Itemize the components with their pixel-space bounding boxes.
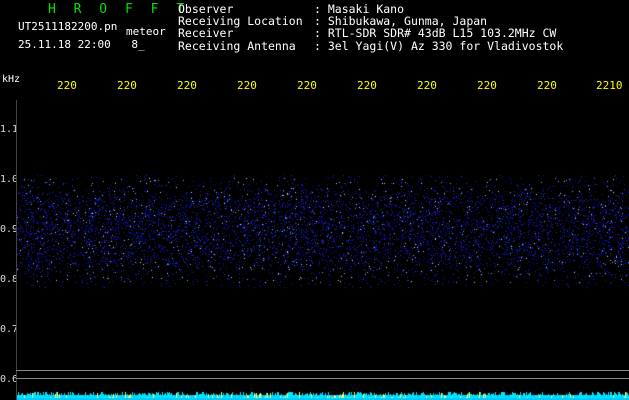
meta-value: 3el Yagi(V) Az 330 for Vladivostok [327,38,564,53]
time-tick: 220 [417,79,437,92]
baseline-line [16,370,629,371]
meta-label: Receiving Antenna [178,38,296,53]
app-title: H R O F F T [48,2,190,17]
datetime-extra: 8_ [131,38,145,51]
time-tick: 220 [237,79,257,92]
time-tick: 220 [297,79,317,92]
time-tick: 220 [477,79,497,92]
file-name: UT2511182200.pn [18,20,118,33]
freq-unit-label: kHz [2,74,21,85]
metadata-block: Observer: Masaki Kano Receiving Location… [178,3,563,52]
observation-datetime: 25.11.18 22:00 8_ [18,38,145,51]
time-tick: 220 [177,79,197,92]
meta-label: Receiver [178,26,234,41]
baseline-line-lower [16,378,629,379]
meta-row-antenna: Receiving Antenna: 3el Yagi(V) Az 330 fo… [178,38,564,53]
datetime-text: 25.11.18 22:00 [18,38,111,51]
time-tick: 220 [117,79,137,92]
file-suffix: meteor [126,25,166,38]
time-tick: 2210 [596,79,623,92]
header-panel: H R O F F T UT2511182200.pn meteor 25.11… [0,0,629,72]
spectrogram-canvas [16,100,629,400]
plot-left-border [16,100,17,400]
time-tick: 220 [537,79,557,92]
time-tick: 220 [57,79,77,92]
time-tick: 220 [357,79,377,92]
